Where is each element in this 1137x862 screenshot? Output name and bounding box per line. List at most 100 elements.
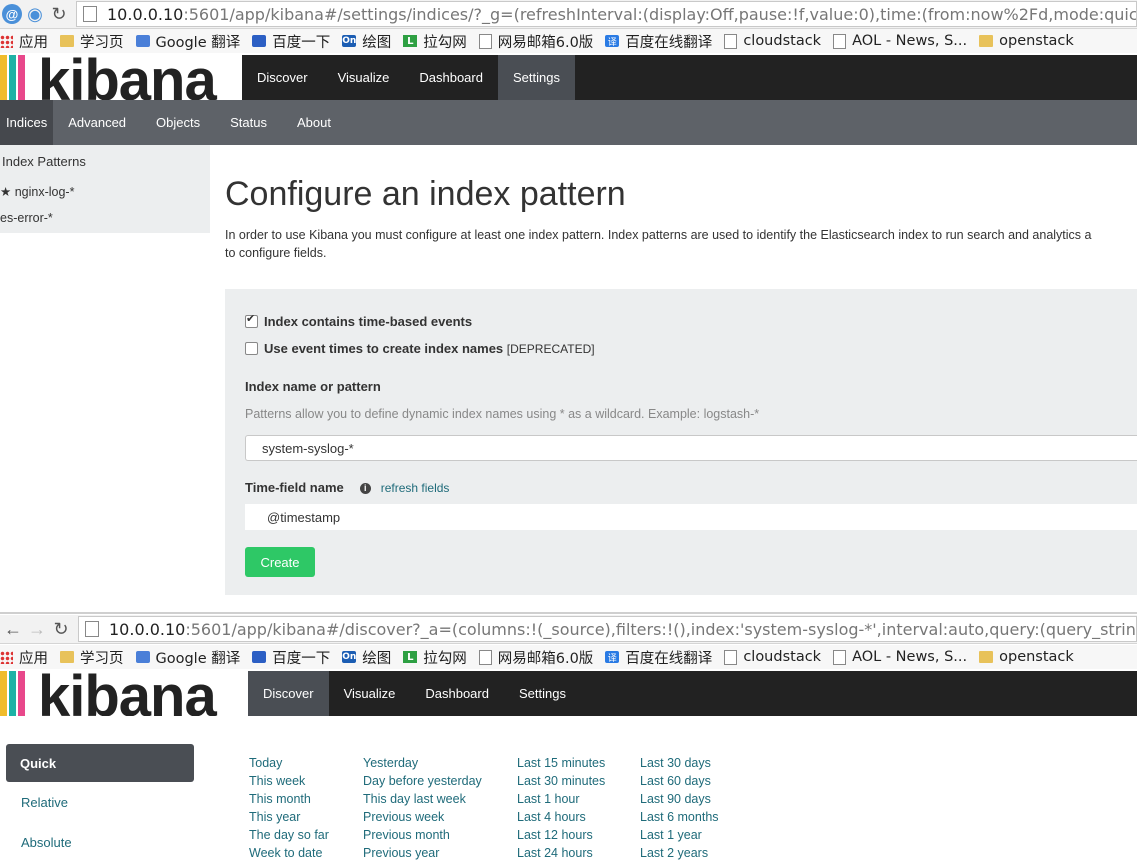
back-icon[interactable]: ← [2,618,24,640]
bookmark-163mail[interactable]: 网易邮箱6.0版 [478,647,593,668]
onenote-icon: On [342,651,357,663]
eye-extension-icon[interactable]: ◉ [24,3,46,25]
index-pattern-input[interactable]: system-syslog-* [245,435,1137,461]
nav-discover[interactable]: Discover [242,55,323,100]
tab-indices[interactable]: Indices [0,100,54,145]
bookmark-study[interactable]: 学习页 [60,31,124,52]
nav-visualize[interactable]: Visualize [323,55,405,100]
quick-option[interactable]: Last 90 days [640,790,719,808]
top-nav: Discover Visualize Dashboard Settings [248,671,581,716]
bookmark-cloudstack[interactable]: cloudstack [724,33,821,49]
reload-icon[interactable]: ↻ [48,3,70,25]
nav-discover[interactable]: Discover [248,671,329,716]
tab-status[interactable]: Status [215,100,282,145]
bookmark-google-translate[interactable]: Google 翻译 [135,31,240,52]
quick-option[interactable]: Day before yesterday [363,772,482,790]
bookmark-cloudstack[interactable]: cloudstack [724,649,821,665]
nav-dashboard[interactable]: Dashboard [404,55,498,100]
folder-icon [60,651,74,663]
quick-col-4: Last 30 days Last 60 days Last 90 days L… [640,754,719,862]
quick-option[interactable]: Week to date [249,844,329,862]
bookmark-baidu[interactable]: 百度一下 [252,647,330,668]
kibana-logo[interactable]: kibana [0,671,248,716]
folder-icon [60,35,74,47]
quick-option[interactable]: Last 12 hours [517,826,605,844]
timefield-select[interactable]: @timestamp [245,504,1137,530]
info-icon[interactable]: i [359,483,371,495]
time-based-checkbox-row[interactable]: Index contains time-based events [245,312,472,329]
time-based-checkbox[interactable] [245,312,258,328]
quick-option[interactable]: Last 30 days [640,754,719,772]
bookmark-openstack[interactable]: openstack [979,33,1074,49]
bookmark-163mail[interactable]: 网易邮箱6.0版 [478,31,593,52]
quick-option[interactable]: Yesterday [363,754,482,772]
bookmark-apps[interactable]: 应用 [0,31,48,52]
sidebar-item-nginx-log[interactable]: ★ nginx-log-* [0,184,74,199]
baidu-icon [252,651,267,663]
refresh-fields-link[interactable]: refresh fields [381,481,450,495]
index-pattern-form: Index contains time-based events Use eve… [225,289,1137,595]
page-icon [478,33,492,49]
reload-icon[interactable]: ↻ [50,618,72,640]
quick-option[interactable]: Previous year [363,844,482,862]
page-description: In order to use Kibana you must configur… [225,228,1092,260]
mode-relative[interactable]: Relative [21,795,68,810]
nav-visualize[interactable]: Visualize [329,671,411,716]
quick-option[interactable]: Today [249,754,329,772]
window-divider [0,612,1137,614]
event-times-checkbox[interactable] [245,342,258,355]
bookmark-lagou[interactable]: L 拉勾网 [403,31,467,52]
quick-option[interactable]: Last 15 minutes [517,754,605,772]
quick-option[interactable]: Last 60 days [640,772,719,790]
nav-settings[interactable]: Settings [497,55,575,100]
bookmark-study[interactable]: 学习页 [60,647,124,668]
forward-icon[interactable]: → [26,618,48,640]
tab-about[interactable]: About [282,100,346,145]
quick-option[interactable]: This week [249,772,329,790]
logo-text: kibana [38,671,217,716]
mode-absolute[interactable]: Absolute [21,835,72,850]
nav-settings[interactable]: Settings [504,671,581,716]
quick-col-3: Last 15 minutes Last 30 minutes Last 1 h… [517,754,605,862]
quick-option[interactable]: This year [249,808,329,826]
top-nav: Discover Visualize Dashboard Settings [242,55,575,100]
bookmark-openstack[interactable]: openstack [979,649,1074,665]
quick-option[interactable]: Last 1 hour [517,790,605,808]
quick-option[interactable]: Previous month [363,826,482,844]
quick-option[interactable]: Last 30 minutes [517,772,605,790]
quick-option[interactable]: This day last week [363,790,482,808]
address-bar[interactable]: 10.0.0.10:5601/app/kibana#/settings/indi… [76,1,1137,27]
bookmark-lagou[interactable]: L 拉勾网 [403,647,467,668]
create-button[interactable]: Create [245,547,315,577]
bookmark-google-translate[interactable]: Google 翻译 [135,647,240,668]
bookmark-baidu[interactable]: 百度一下 [252,31,330,52]
logo-text: kibana [38,55,217,100]
bookmark-baidu-translate[interactable]: 译百度在线翻译 [605,31,712,52]
nav-dashboard[interactable]: Dashboard [410,671,504,716]
bookmark-apps[interactable]: 应用 [0,647,48,668]
quick-option[interactable]: Previous week [363,808,482,826]
mode-quick[interactable]: Quick [6,744,194,782]
adblock-icon[interactable]: @ [2,4,22,24]
quick-option[interactable]: Last 4 hours [517,808,605,826]
bookmark-baidu-translate[interactable]: 译百度在线翻译 [605,647,712,668]
folder-icon [979,35,994,47]
quick-option[interactable]: Last 1 year [640,826,719,844]
translate-icon: 译 [605,651,620,664]
quick-option[interactable]: Last 24 hours [517,844,605,862]
event-times-checkbox-row[interactable]: Use event times to create index names [D… [245,341,595,356]
quick-option[interactable]: Last 2 years [640,844,719,862]
quick-option[interactable]: This month [249,790,329,808]
bookmark-draw[interactable]: On 绘图 [342,647,391,668]
quick-option[interactable]: The day so far [249,826,329,844]
bookmark-aol[interactable]: AOL - News, S... [833,649,967,665]
bookmarks-bar: 应用 学习页 Google 翻译 百度一下 On 绘图 L 拉勾网 网易邮箱6.0版… [0,29,1137,53]
address-bar-bottom[interactable]: 10.0.0.10:5601/app/kibana#/discover?_a=(… [78,616,1137,642]
sidebar-item-es-error[interactable]: es-error-* [0,211,53,225]
tab-objects[interactable]: Objects [141,100,215,145]
bookmark-aol[interactable]: AOL - News, S... [833,33,967,49]
bookmark-draw[interactable]: On 绘图 [342,31,391,52]
tab-advanced[interactable]: Advanced [53,100,141,145]
quick-option[interactable]: Last 6 months [640,808,719,826]
kibana-logo[interactable]: kibana [0,55,242,100]
